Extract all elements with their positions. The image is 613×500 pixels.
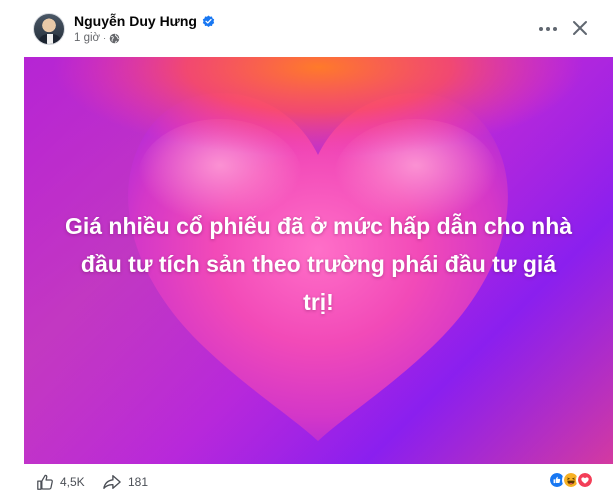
share-count: 181: [128, 475, 149, 489]
like-button[interactable]: 4,5K: [36, 470, 85, 494]
like-count: 4,5K: [60, 475, 85, 489]
globe-icon: [109, 33, 120, 43]
meta-separator: ·: [103, 33, 107, 43]
post-content-text: Giá nhiều cổ phiếu đã ở mức hấp dẫn cho …: [64, 213, 573, 315]
author-avatar[interactable]: [33, 13, 65, 45]
author-name[interactable]: Nguyễn Duy Hưng: [74, 13, 197, 29]
post-text-background: Giá nhiều cổ phiếu đã ở mức hấp dẫn cho …: [24, 57, 613, 464]
post-footer: 4,5K 181: [0, 464, 613, 500]
post-meta: 1 giờ ·: [74, 31, 120, 45]
love-reaction-icon: [576, 471, 594, 489]
share-icon: [103, 475, 121, 489]
reactions-summary[interactable]: [548, 471, 604, 491]
more-options-icon[interactable]: [537, 19, 559, 39]
like-icon: [37, 474, 53, 490]
verified-badge-icon: [202, 14, 215, 27]
avatar-shirt: [47, 34, 53, 44]
post-header: Nguyễn Duy Hưng 1 giờ ·: [0, 0, 613, 56]
share-button[interactable]: 181: [102, 470, 148, 494]
author-row: Nguyễn Duy Hưng: [74, 12, 215, 30]
close-icon[interactable]: [569, 17, 591, 39]
post-card: Nguyễn Duy Hưng 1 giờ · Giá nhiều cổ phi…: [0, 0, 613, 500]
post-timestamp[interactable]: 1 giờ: [74, 32, 100, 44]
